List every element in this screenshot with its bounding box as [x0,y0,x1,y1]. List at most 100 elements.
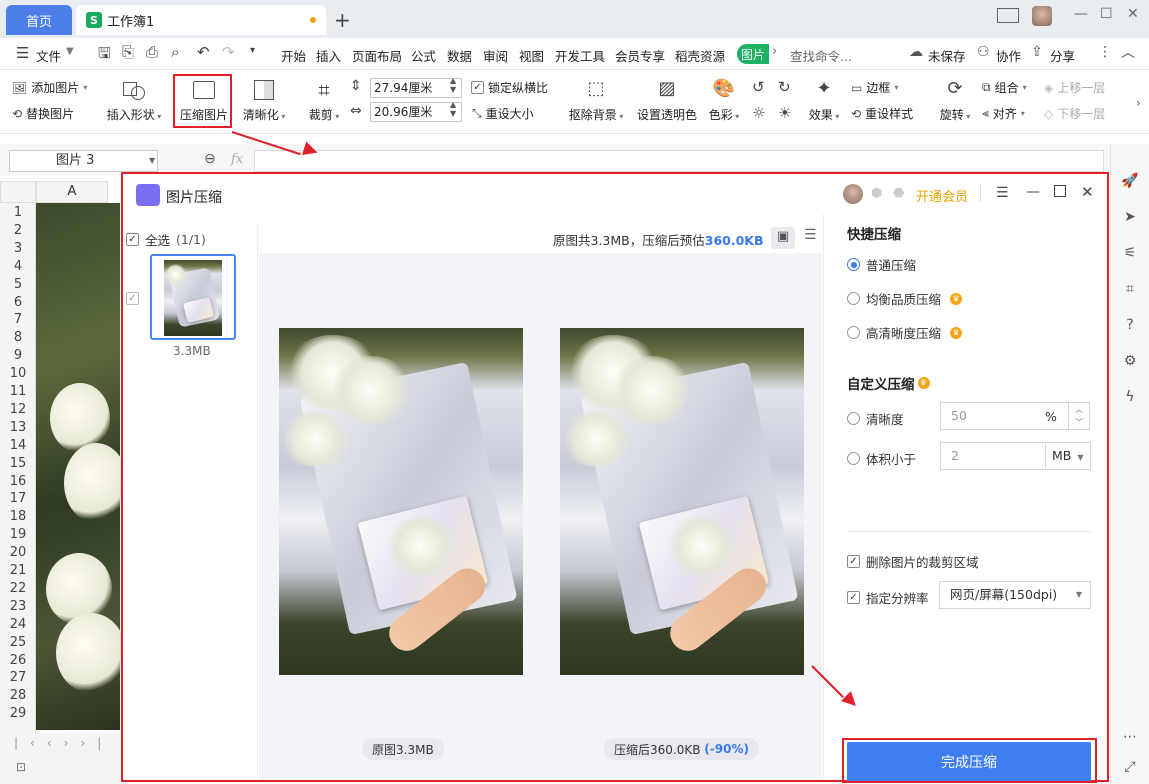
thumbnail-item[interactable] [150,254,236,340]
more-chevron-icon[interactable]: ▾ [250,45,255,56]
print-preview-icon[interactable]: ⌕ [171,43,179,61]
row-number[interactable]: 26 [0,653,36,668]
width-input[interactable]: 27.94厘米 [370,78,462,98]
layout-icon[interactable] [997,8,1019,23]
menu-insert[interactable]: 插入 [316,46,341,65]
collapse-ribbon-icon[interactable]: ︿ [1121,42,1135,62]
menu-view[interactable]: 视图 [519,46,544,65]
menu-page-layout[interactable]: 页面布局 [352,46,402,65]
size-unit-select[interactable]: MB ▼ [1045,442,1091,470]
adjust-icon[interactable]: ⚟ [1121,244,1139,262]
remove-background-button[interactable]: ⬚ 抠除背景 ▾ [567,78,625,123]
row-number[interactable]: 6 [0,295,36,310]
row-number[interactable]: 14 [0,438,36,453]
fullscreen-icon[interactable]: ⤢ [1121,758,1139,776]
align-button[interactable]: ⫷ 对齐 ▾ [982,105,1025,122]
row-number[interactable]: 16 [0,474,36,489]
option-size[interactable]: 体积小于 [847,449,916,468]
height-input[interactable]: 20.96厘米 [370,102,462,122]
set-resolution-checkbox[interactable]: ✓ 指定分辨率 [847,588,929,607]
option-clarity[interactable]: 清晰度 [847,409,904,428]
row-number[interactable]: 27 [0,670,36,685]
rocket-icon[interactable]: 🚀 [1121,172,1139,190]
dialog-close-button[interactable]: ✕ [1081,183,1094,201]
row-number[interactable]: 21 [0,563,36,578]
row-number[interactable]: 10 [0,366,36,381]
sharpen-button[interactable]: 清晰化 ▾ [238,78,290,123]
menu-developer[interactable]: 开发工具 [555,46,605,65]
row-number[interactable]: 1 [0,205,36,220]
help-icon[interactable]: ? [1121,316,1139,334]
brightness-up-icon[interactable]: ☀ [778,104,791,122]
crop-tool-icon[interactable]: ⌗ [1121,280,1139,298]
row-number[interactable]: 11 [0,384,36,399]
set-transparent-button[interactable]: ▨ 设置透明色 [636,78,698,123]
formula-input[interactable] [254,150,1104,172]
option-normal[interactable]: 普通压缩 [847,255,916,274]
menu-data[interactable]: 数据 [447,46,472,65]
replace-picture-button[interactable]: ⟲ 替换图片 [12,105,74,122]
group-button[interactable]: ⧉ 组合 ▾ [982,79,1027,96]
sheet-nav-arrows-icon[interactable]: |‹‹››| [14,736,113,750]
rotate-button[interactable]: ⟳ 旋转 ▾ [935,78,975,123]
rotate-left-icon[interactable]: ↺ [752,78,765,96]
grid-view-icon[interactable]: ▣ [771,227,795,249]
insert-shape-button[interactable]: 插入形状 ▾ [104,78,164,123]
more-icon[interactable]: ⋮ [1098,44,1112,60]
tab-workbook[interactable]: S 工作簿1 [76,5,326,35]
sheet-status-icon[interactable]: ⊡ [16,760,26,774]
collab-button[interactable]: 协作 [996,46,1021,65]
width-stepper[interactable]: ▲ ▼ [450,76,456,94]
dialog-minimize-button[interactable]: — [1026,184,1040,200]
menu-file[interactable]: 文件 [36,46,61,65]
menu-home[interactable]: 开始 [281,46,306,65]
command-search[interactable]: 查找命令... [790,46,852,65]
share-button[interactable]: 分享 [1050,46,1075,65]
sheet-picture[interactable] [36,203,128,730]
reset-size-button[interactable]: ⤡ 重设大小 [472,105,534,122]
menu-review[interactable]: 审阅 [483,46,508,65]
cursor-icon[interactable]: ➤ [1121,208,1139,226]
print-icon[interactable]: ⎙ [146,43,158,61]
more-dots-icon[interactable]: ⋯ [1121,728,1139,746]
clarity-stepper[interactable]: ︿ ﹀ [1068,402,1090,430]
row-number[interactable]: 8 [0,330,36,345]
rotate-right-icon[interactable]: ↻ [778,78,791,96]
resolution-select[interactable]: 网页/屏幕(150dpi) ▼ [939,581,1091,609]
list-view-icon[interactable]: ☰ [804,227,817,243]
effect-button[interactable]: ✦ 效果 ▾ [804,78,844,123]
column-header-a[interactable]: A [36,181,108,203]
select-all-corner[interactable] [0,181,36,203]
brightness-down-icon[interactable]: ☼ [752,104,765,122]
name-box[interactable]: 图片 3 [9,150,158,172]
tab-home[interactable]: 首页 [6,5,72,35]
size-input[interactable]: 2 [940,442,1046,470]
row-number[interactable]: 28 [0,688,36,703]
redo-icon[interactable]: ↷ [222,43,235,61]
height-stepper[interactable]: ▲ ▼ [450,100,456,118]
export-icon[interactable]: ⎘ [122,43,134,61]
color-button[interactable]: 🎨 色彩 ▾ [705,78,743,123]
row-number[interactable]: 23 [0,599,36,614]
row-number[interactable]: 3 [0,241,36,256]
undo-icon[interactable]: ↶ [197,43,210,61]
row-number[interactable]: 7 [0,312,36,327]
row-number[interactable]: 25 [0,635,36,650]
option-balanced[interactable]: 均衡品质压缩 ♛ [847,289,963,308]
settings-icon[interactable]: ⚙ [1121,352,1139,370]
thumb-checkbox[interactable]: ✓ [126,290,139,305]
save-icon[interactable]: 🖫 [98,43,111,68]
row-number[interactable]: 19 [0,527,36,542]
unsaved-status[interactable]: 未保存 [928,46,966,65]
row-number[interactable]: 12 [0,402,36,417]
row-number[interactable]: 4 [0,259,36,274]
chevron-down-icon[interactable]: ▼ [149,156,155,165]
add-picture-button[interactable]: 🖼 添加图片 ▾ [12,79,87,96]
menu-docer[interactable]: 稻壳资源 [675,46,725,65]
chevron-right-icon[interactable]: › [772,44,777,59]
row-number[interactable]: 18 [0,509,36,524]
ribbon-scroll-right-icon[interactable]: › [1136,96,1141,110]
select-all-checkbox[interactable]: ✓ 全选 (1/1) [126,230,206,249]
dialog-maximize-button[interactable] [1054,185,1066,197]
row-number[interactable]: 17 [0,491,36,506]
